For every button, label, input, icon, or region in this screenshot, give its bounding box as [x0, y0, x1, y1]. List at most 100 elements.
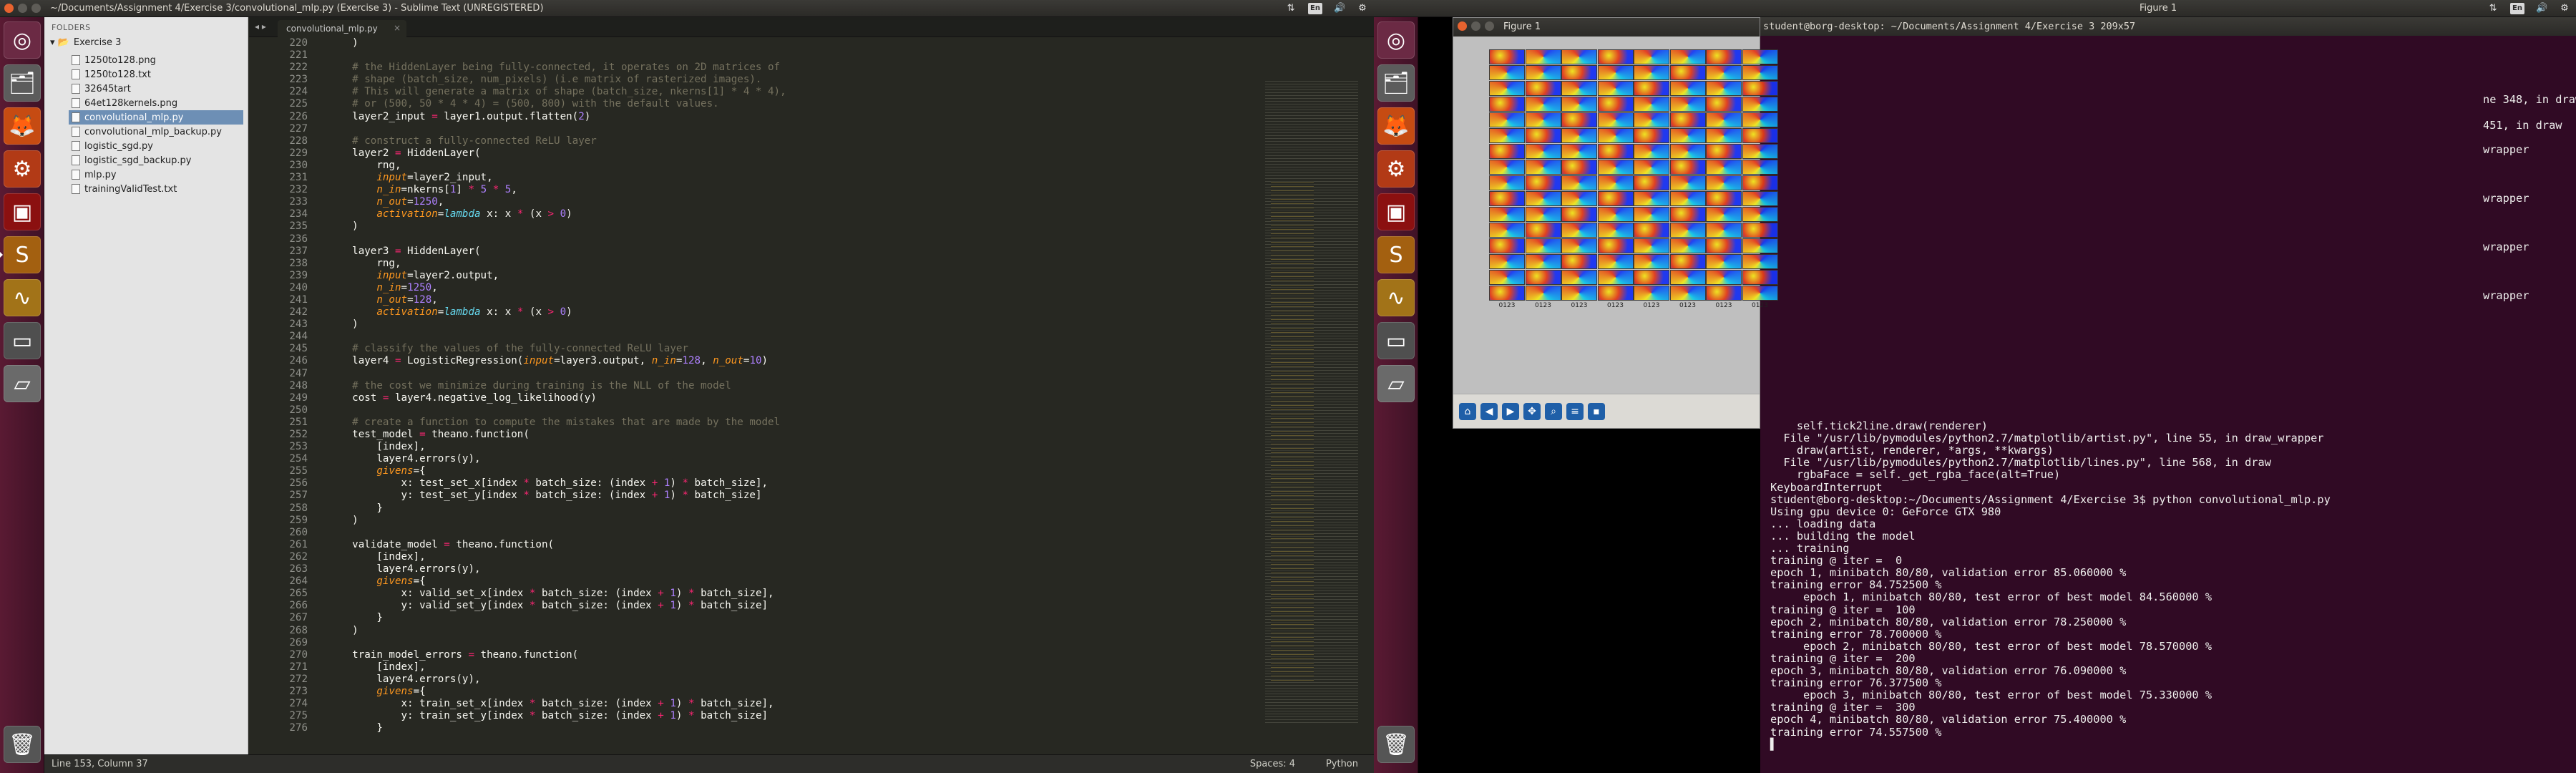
code-line[interactable]: ): [328, 319, 1262, 331]
close-window-button[interactable]: [1458, 21, 1467, 31]
code-line[interactable]: rng,: [328, 258, 1262, 270]
code-line[interactable]: test_model = theano.function(: [328, 429, 1262, 441]
code-line[interactable]: ): [328, 220, 1262, 233]
syntax-setting[interactable]: Python: [1326, 759, 1358, 769]
settings-gear-icon[interactable]: ⚙: [2559, 3, 2570, 14]
forward-icon[interactable]: ▶: [1502, 403, 1519, 420]
tab-close-icon[interactable]: ×: [394, 23, 401, 33]
network-icon[interactable]: ⇅: [1285, 3, 1297, 14]
dash-home-icon[interactable]: ◎: [1377, 21, 1415, 59]
code-line[interactable]: layer3 = HiddenLayer(: [328, 245, 1262, 258]
files-icon[interactable]: 🗂: [4, 64, 41, 102]
code-line[interactable]: }: [328, 502, 1262, 515]
sidebar-file[interactable]: logistic_sgd.py: [69, 139, 243, 153]
code-line[interactable]: n_in=nkerns[1] * 5 * 5,: [328, 184, 1262, 196]
code-line[interactable]: x: valid_set_x[index * batch_size: (inde…: [328, 588, 1262, 600]
sidebar-file[interactable]: logistic_sgd_backup.py: [69, 153, 243, 167]
maximize-window-button[interactable]: [1485, 21, 1494, 31]
sidebar-file[interactable]: 32645tart: [69, 82, 243, 96]
home-icon[interactable]: ⌂: [1459, 403, 1476, 420]
code-line[interactable]: ): [328, 515, 1262, 527]
sidebar-file[interactable]: 64et128kernels.png: [69, 96, 243, 110]
tab-scroll-arrows-icon[interactable]: ◂ ▸: [255, 21, 266, 31]
sidebar-file[interactable]: convolutional_mlp_backup.py: [69, 125, 243, 139]
code-line[interactable]: layer4 = LogisticRegression(input=layer3…: [328, 355, 1262, 367]
code-line[interactable]: [index],: [328, 551, 1262, 563]
close-window-button[interactable]: [4, 4, 14, 13]
code-line[interactable]: rng,: [328, 160, 1262, 172]
maximize-window-button[interactable]: [31, 4, 41, 13]
code-line[interactable]: layer4.errors(y),: [328, 674, 1262, 686]
code-line[interactable]: [328, 123, 1262, 135]
code-line[interactable]: x: test_set_x[index * batch_size: (index…: [328, 477, 1262, 490]
code-line[interactable]: layer2_input = layer1.output.flatten(2): [328, 111, 1262, 123]
code-line[interactable]: [328, 368, 1262, 380]
volume-icon[interactable]: 🔊: [1334, 3, 1345, 14]
keyboard-layout-indicator[interactable]: En: [1308, 3, 1322, 14]
code-line[interactable]: givens={: [328, 686, 1262, 698]
code-line[interactable]: ): [328, 625, 1262, 637]
code-line[interactable]: n_out=128,: [328, 294, 1262, 306]
code-line[interactable]: [328, 233, 1262, 245]
code-line[interactable]: givens={: [328, 465, 1262, 477]
back-icon[interactable]: ◀: [1480, 403, 1498, 420]
code-line[interactable]: n_in=1250,: [328, 282, 1262, 294]
sidebar-file[interactable]: 1250to128.txt: [69, 67, 243, 82]
sidebar-file-selected[interactable]: convolutional_mlp.py: [69, 110, 243, 125]
code-line[interactable]: validate_model = theano.function(: [328, 539, 1262, 551]
code-line[interactable]: # the HiddenLayer being fully-connected,…: [328, 62, 1262, 74]
code-line[interactable]: # or (500, 50 * 4 * 4) = (500, 800) with…: [328, 98, 1262, 110]
removable-drive-icon[interactable]: ▱: [4, 365, 41, 402]
code-line[interactable]: # the cost we minimize during training i…: [328, 380, 1262, 392]
code-line[interactable]: [328, 404, 1262, 417]
code-line[interactable]: givens={: [328, 575, 1262, 588]
code-line[interactable]: [328, 331, 1262, 343]
trash-icon[interactable]: 🗑: [1377, 726, 1415, 763]
sidebar-file[interactable]: 1250to128.png: [69, 53, 243, 67]
terminal-window[interactable]: student@borg-desktop: ~/Documents/Assign…: [1760, 17, 2576, 773]
minimap[interactable]: [1264, 37, 1371, 754]
code-line[interactable]: layer4.errors(y),: [328, 453, 1262, 465]
firefox-icon[interactable]: 🦊: [1377, 107, 1415, 145]
system-settings-icon[interactable]: ⚙: [4, 150, 41, 188]
code-line[interactable]: layer4.errors(y),: [328, 563, 1262, 575]
code-line[interactable]: # This will generate a matrix of shape (…: [328, 86, 1262, 98]
code-line[interactable]: # create a function to compute the mista…: [328, 417, 1262, 429]
code-line[interactable]: activation=lambda x: x * (x > 0): [328, 208, 1262, 220]
code-line[interactable]: [328, 637, 1262, 649]
pan-icon[interactable]: ✥: [1523, 403, 1541, 420]
firefox-icon[interactable]: 🦊: [4, 107, 41, 145]
minimize-window-button[interactable]: [18, 4, 27, 13]
code-line[interactable]: # construct a fully-connected ReLU layer: [328, 135, 1262, 147]
code-line[interactable]: }: [328, 612, 1262, 624]
code-text[interactable]: ) # the HiddenLayer being fully-connecte…: [328, 37, 1262, 754]
code-line[interactable]: train_model_errors = theano.function(: [328, 649, 1262, 661]
code-line[interactable]: input=layer2.output,: [328, 270, 1262, 282]
code-line[interactable]: cost = layer4.negative_log_likelihood(y): [328, 392, 1262, 404]
oscilloscope-app-icon[interactable]: ∿: [4, 279, 41, 316]
code-line[interactable]: [328, 527, 1262, 539]
code-editor[interactable]: 220 221 222 223 224 225 226 227 228 229 230 231 232 2…: [249, 37, 1262, 754]
trash-icon[interactable]: 🗑: [4, 726, 41, 763]
code-line[interactable]: # shape (batch_size, num_pixels) (i.e ma…: [328, 74, 1262, 86]
sublime-text-icon[interactable]: S: [1377, 236, 1415, 273]
files-icon[interactable]: 🗂: [1377, 64, 1415, 102]
code-line[interactable]: # classify the values of the fully-conne…: [328, 343, 1262, 355]
settings-gear-icon[interactable]: ⚙: [1357, 3, 1368, 14]
removable-drive-icon[interactable]: ▱: [1377, 365, 1415, 402]
sidebar-file[interactable]: trainingValidTest.txt: [69, 182, 243, 196]
dash-home-icon[interactable]: ◎: [4, 21, 41, 59]
sidebar-file[interactable]: mlp.py: [69, 167, 243, 182]
code-line[interactable]: [328, 49, 1262, 62]
system-settings-icon[interactable]: ⚙: [1377, 150, 1415, 188]
code-line[interactable]: input=layer2_input,: [328, 172, 1262, 184]
code-line[interactable]: layer2 = HiddenLayer(: [328, 147, 1262, 160]
code-line[interactable]: [index],: [328, 661, 1262, 674]
code-line[interactable]: x: train_set_x[index * batch_size: (inde…: [328, 698, 1262, 710]
oscilloscope-app-icon[interactable]: ∿: [1377, 279, 1415, 316]
figure-canvas[interactable]: 0123 0123 0123 0123 0123 0123 0123 0123: [1453, 37, 1778, 394]
code-line[interactable]: activation=lambda x: x * (x > 0): [328, 306, 1262, 319]
configure-icon[interactable]: ≡: [1566, 403, 1584, 420]
drive-icon[interactable]: ▭: [4, 322, 41, 359]
code-line[interactable]: y: test_set_y[index * batch_size: (index…: [328, 490, 1262, 502]
